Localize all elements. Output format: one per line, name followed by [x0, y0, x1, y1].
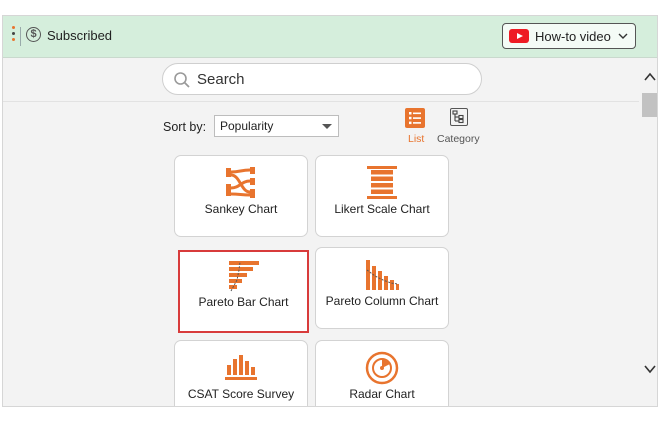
divider: [20, 27, 21, 46]
view-category-toggle[interactable]: Category: [437, 107, 483, 147]
vertical-scrollbar[interactable]: [641, 58, 658, 406]
scroll-thumb[interactable]: [642, 93, 657, 117]
chart-card-likert-scale[interactable]: Likert Scale Chart: [315, 155, 449, 237]
more-options-icon[interactable]: [10, 26, 16, 46]
view-list-label: List: [408, 133, 425, 145]
view-category-label: Category: [437, 133, 480, 145]
chart-card-pareto-column[interactable]: Pareto Column Chart: [315, 247, 449, 329]
how-to-video-label: How-to video: [535, 29, 611, 44]
how-to-video-button[interactable]: How-to video: [502, 23, 636, 49]
subscription-status: Subscribed: [47, 28, 113, 43]
chart-card-label: Pareto Bar Chart: [198, 295, 289, 309]
chart-card-pareto-bar[interactable]: Pareto Bar Chart: [178, 250, 309, 333]
youtube-icon: [509, 29, 529, 43]
search-input[interactable]: Search: [162, 63, 482, 95]
likert-scale-chart-icon: [367, 166, 397, 199]
divider: [3, 101, 639, 102]
csat-score-survey-icon: [225, 355, 257, 380]
sort-selected-value: Popularity: [220, 119, 274, 133]
sankey-chart-icon: [226, 167, 255, 198]
chart-card-label: Radar Chart: [349, 387, 415, 401]
top-bar: $ Subscribed How-to video: [3, 16, 657, 58]
view-list-toggle[interactable]: List: [402, 107, 428, 147]
sort-by-label: Sort by:: [163, 120, 207, 134]
pareto-bar-chart-icon: [229, 261, 259, 292]
search-icon: [174, 72, 190, 88]
scroll-up-icon[interactable]: [642, 69, 658, 85]
chevron-down-icon: [618, 33, 628, 39]
chart-card-csat-score-survey[interactable]: CSAT Score Survey: [174, 340, 308, 406]
add-in-pane: $ Subscribed How-to video Search Sort by…: [2, 15, 658, 407]
pareto-column-chart-icon: [366, 260, 399, 290]
dollar-coin-icon: $: [26, 27, 41, 42]
chart-card-radar[interactable]: Radar Chart: [315, 340, 449, 406]
search-placeholder: Search: [197, 71, 245, 88]
chart-card-label: Likert Scale Chart: [334, 202, 430, 216]
radar-chart-icon: [365, 351, 399, 385]
category-tree-icon: [450, 108, 468, 126]
dropdown-caret-icon: [322, 124, 332, 129]
list-icon: [405, 108, 425, 128]
scroll-down-icon[interactable]: [642, 361, 658, 377]
chart-card-label: Sankey Chart: [204, 202, 278, 216]
chart-card-label: CSAT Score Survey: [187, 387, 295, 401]
chart-card-sankey[interactable]: Sankey Chart: [174, 155, 308, 237]
chart-card-label: Pareto Column Chart: [325, 294, 439, 308]
sort-by-select[interactable]: Popularity: [214, 115, 339, 137]
